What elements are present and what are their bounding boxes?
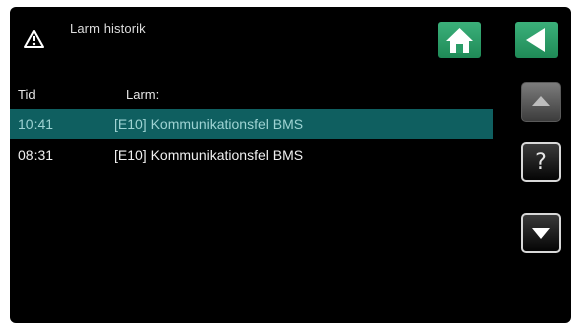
scroll-up-icon xyxy=(532,96,550,106)
help-button[interactable]: ? xyxy=(521,142,561,182)
column-header-time: Tid xyxy=(18,87,36,102)
alarm-history-screen: Larm historik Tid Larm: 10:41 [E10] Komm… xyxy=(10,7,571,323)
scroll-down-icon xyxy=(532,228,550,239)
scroll-up-button[interactable] xyxy=(521,82,561,122)
alarm-message: [E10] Kommunikationsfel BMS xyxy=(114,147,304,163)
back-button[interactable] xyxy=(515,22,558,58)
alarm-message: [E10] Kommunikationsfel BMS xyxy=(114,116,304,132)
scroll-down-button[interactable] xyxy=(521,213,561,253)
alarm-time: 10:41 xyxy=(18,116,54,132)
back-arrow-icon xyxy=(526,28,545,52)
table-row[interactable]: 08:31 [E10] Kommunikationsfel BMS xyxy=(10,140,493,170)
help-label: ? xyxy=(535,150,547,175)
table-row[interactable]: 10:41 [E10] Kommunikationsfel BMS xyxy=(10,109,493,139)
home-icon xyxy=(446,28,473,53)
home-button[interactable] xyxy=(438,22,481,58)
page-title: Larm historik xyxy=(70,21,146,36)
warning-triangle-icon xyxy=(23,29,45,49)
column-header-alarm: Larm: xyxy=(126,87,160,102)
alarm-time: 08:31 xyxy=(18,147,54,163)
